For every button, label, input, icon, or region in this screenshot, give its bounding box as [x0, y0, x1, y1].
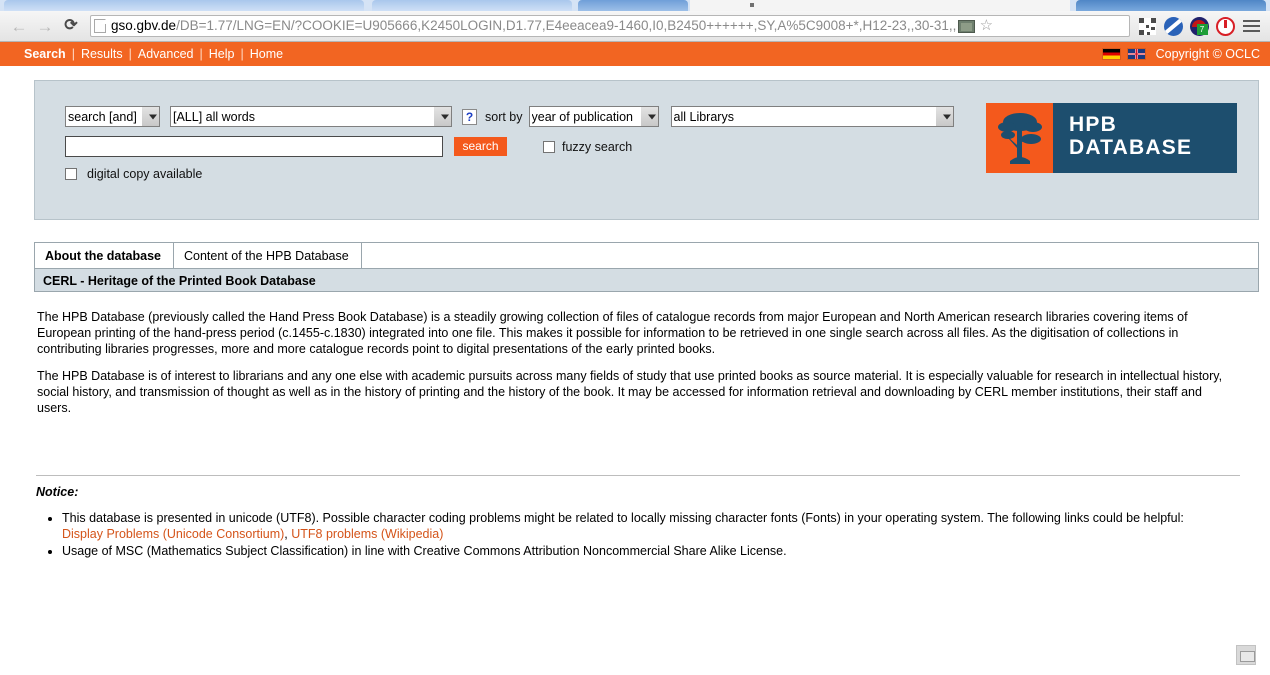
notice-list-item: This database is presented in unicode (U…	[62, 510, 1236, 542]
browser-tab[interactable]	[1076, 0, 1266, 11]
back-arrow-icon[interactable]: ←	[6, 14, 32, 38]
nav-link-search[interactable]: Search	[18, 47, 72, 61]
nu-html-validator-icon[interactable]: 7	[1186, 13, 1212, 39]
article-body: The HPB Database (previously called the …	[37, 310, 1236, 417]
section-subtitle: CERL - Heritage of the Printed Book Data…	[34, 268, 1259, 292]
paragraph-2: The HPB Database is of interest to libra…	[37, 369, 1223, 415]
search-mode-select[interactable]: search [and]	[65, 106, 160, 127]
help-question-icon[interactable]: ?	[462, 108, 477, 125]
blue-disc-icon[interactable]	[1160, 13, 1186, 39]
forward-arrow-icon[interactable]: →	[32, 14, 58, 38]
resize-grip-icon[interactable]	[1236, 645, 1256, 665]
page-document-icon	[94, 19, 106, 33]
flag-united-kingdom-icon[interactable]	[1126, 48, 1146, 60]
sort-select-wrap: year of publication	[528, 106, 659, 127]
search-index-select[interactable]: [ALL] all words	[170, 106, 452, 127]
hpb-logo-line2: DATABASE	[1069, 136, 1193, 159]
browser-tab[interactable]	[372, 0, 572, 11]
search-mode-select-wrap: search [and]	[65, 106, 160, 127]
nav-link-home[interactable]: Home	[244, 47, 289, 61]
search-row-options: search [and] [ALL] all words ? sort by y…	[65, 106, 954, 127]
link-utf8-problems[interactable]: UTF8 problems (Wikipedia)	[291, 527, 443, 541]
fuzzy-search-group[interactable]: fuzzy search	[543, 140, 632, 154]
search-index-select-wrap: [ALL] all words	[170, 106, 452, 127]
tab-filler	[361, 243, 1258, 268]
library-select-wrap: all Librarys	[670, 106, 954, 127]
url-thumbnail-icon	[958, 19, 976, 33]
tab-strip-gap	[690, 0, 1070, 11]
digital-copy-label: digital copy available	[87, 167, 203, 181]
tab-content-of-the-hpb-database[interactable]: Content of the HPB Database	[174, 243, 362, 268]
qr-code-icon[interactable]	[1134, 13, 1160, 39]
chrome-menu-icon[interactable]	[1238, 13, 1264, 39]
browser-toolbar: ← → ⟳ gso.gbv.de/DB=1.77/LNG=EN/?COOKIE=…	[0, 11, 1270, 42]
tab-strip-marker	[750, 3, 754, 7]
notice-heading: Notice:	[36, 484, 79, 499]
search-panel: search [and] [ALL] all words ? sort by y…	[34, 80, 1259, 220]
sort-by-label: sort by	[485, 109, 523, 124]
nav-right-group: Copyright © OCLC	[1101, 47, 1260, 61]
content-tabs: About the database Content of the HPB Da…	[34, 242, 1259, 268]
link-display-problems[interactable]: Display Problems (Unicode Consortium)	[62, 527, 284, 541]
search-button[interactable]: search	[454, 137, 507, 156]
search-row-digital: digital copy available	[65, 167, 202, 181]
flag-germany-icon[interactable]	[1101, 48, 1121, 60]
search-input[interactable]	[65, 136, 443, 157]
digital-copy-checkbox[interactable]	[65, 168, 77, 180]
notice-list-item: Usage of MSC (Mathematics Subject Classi…	[62, 543, 1236, 559]
copyright-text: Copyright © OCLC	[1155, 47, 1260, 61]
page-body: search [and] [ALL] all words ? sort by y…	[0, 80, 1270, 675]
notice-divider	[36, 474, 1240, 476]
library-select[interactable]: all Librarys	[670, 106, 954, 127]
nav-links: Search | Results | Advanced | Help | Hom…	[18, 47, 289, 61]
notice-item2-text: Usage of MSC (Mathematics Subject Classi…	[62, 543, 787, 558]
bookmark-star-icon[interactable]: ☆	[975, 16, 997, 36]
search-row-query: search fuzzy search	[65, 136, 632, 157]
tree-logo-icon	[986, 103, 1053, 173]
url-host: gso.gbv.de	[111, 18, 177, 33]
nav-link-help[interactable]: Help	[203, 47, 241, 61]
reload-icon[interactable]: ⟳	[58, 14, 84, 38]
sort-select[interactable]: year of publication	[528, 106, 659, 127]
hpb-logo-line1: HPB	[1069, 113, 1117, 136]
notice-item1-text: This database is presented in unicode (U…	[62, 510, 1184, 525]
fuzzy-search-checkbox[interactable]	[543, 140, 555, 153]
address-bar[interactable]: gso.gbv.de/DB=1.77/LNG=EN/?COOKIE=U90566…	[90, 15, 1130, 37]
nav-link-advanced[interactable]: Advanced	[132, 47, 200, 61]
notice-list: This database is presented in unicode (U…	[36, 510, 1236, 559]
tree-logo-svg	[998, 113, 1042, 164]
browser-tab[interactable]	[4, 0, 364, 11]
hpb-logo-text: HPB DATABASE	[1053, 103, 1237, 173]
site-navigation-bar: Search | Results | Advanced | Help | Hom…	[0, 42, 1270, 66]
browser-tab-active[interactable]	[578, 0, 688, 11]
hpb-database-logo[interactable]: HPB DATABASE	[986, 103, 1237, 173]
browser-chrome: ← → ⟳ gso.gbv.de/DB=1.77/LNG=EN/?COOKIE=…	[0, 0, 1270, 42]
content-tabs-area: About the database Content of the HPB Da…	[34, 242, 1259, 292]
browser-tab-strip[interactable]	[0, 0, 1270, 11]
digital-copy-group[interactable]: digital copy available	[65, 167, 202, 181]
power-shutdown-icon[interactable]	[1212, 13, 1238, 39]
page-content: Search | Results | Advanced | Help | Hom…	[0, 42, 1270, 675]
paragraph-1: The HPB Database (previously called the …	[37, 310, 1188, 356]
tab-about-the-database[interactable]: About the database	[35, 243, 174, 268]
fuzzy-search-label: fuzzy search	[562, 139, 633, 154]
nav-link-results[interactable]: Results	[75, 47, 129, 61]
url-path: /DB=1.77/LNG=EN/?COOKIE=U905666,K2450LOG…	[176, 18, 957, 33]
